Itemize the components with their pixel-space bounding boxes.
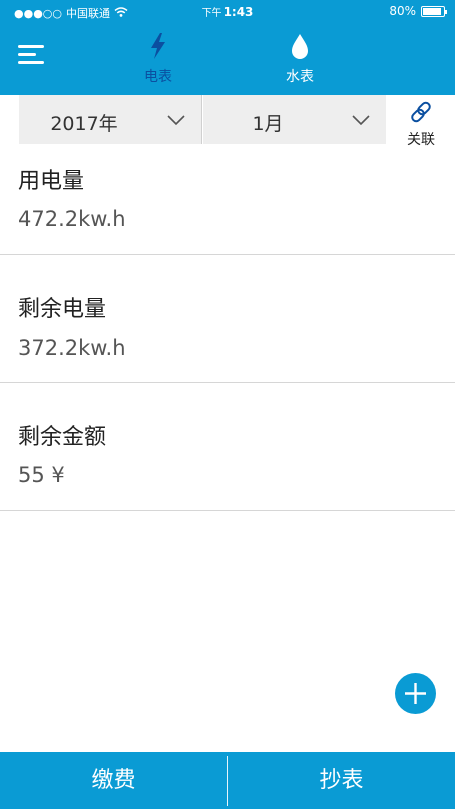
status-right: 80% (389, 4, 447, 18)
remaining-power-value: 372.2kw.h (18, 336, 126, 360)
tab-water-meter[interactable]: 水表 (265, 32, 335, 86)
remaining-balance-value: 55 ¥ (18, 463, 65, 487)
remaining-balance-section: 剩余金额 55 ¥ (0, 383, 455, 511)
power-usage-value: 472.2kw.h (18, 207, 126, 231)
bottom-action-bar: 缴费 抄表 (0, 752, 455, 809)
meter-reading-button[interactable]: 抄表 (228, 752, 455, 809)
time-clock: 1:43 (223, 5, 254, 19)
menu-icon-bar-2 (18, 53, 36, 56)
tab-water-label: 水表 (286, 69, 314, 85)
app-root: ●●●○○ 中国联通 下午 1:43 80% 电表 水表 2017年 1月 关联… (0, 0, 455, 809)
remaining-power-section: 剩余电量 372.2kw.h (0, 255, 455, 383)
link-icon (409, 101, 433, 128)
plus-icon (395, 683, 436, 718)
menu-icon-bar-3 (18, 61, 44, 64)
remaining-power-label: 剩余电量 (18, 297, 107, 322)
tab-electric-meter[interactable]: 电表 (123, 32, 193, 86)
header: ●●●○○ 中国联通 下午 1:43 80% 电表 水表 (0, 0, 455, 95)
time-ampm: 下午 (201, 8, 222, 19)
pay-button[interactable]: 缴费 (0, 752, 227, 809)
lightning-icon (148, 33, 168, 64)
power-usage-section: 用电量 472.2kw.h (0, 127, 455, 255)
battery-percent: 80% (389, 4, 416, 18)
water-drop-icon (290, 34, 310, 64)
add-button[interactable] (395, 673, 436, 714)
status-bar: ●●●○○ 中国联通 下午 1:43 80% (0, 0, 455, 24)
battery-icon (421, 5, 447, 17)
status-time: 下午 1:43 (0, 4, 455, 19)
menu-icon-bar-1 (18, 45, 44, 48)
menu-button[interactable] (18, 42, 46, 68)
tab-electric-label: 电表 (144, 69, 172, 85)
power-usage-label: 用电量 (18, 169, 85, 194)
remaining-balance-label: 剩余金额 (18, 425, 107, 450)
